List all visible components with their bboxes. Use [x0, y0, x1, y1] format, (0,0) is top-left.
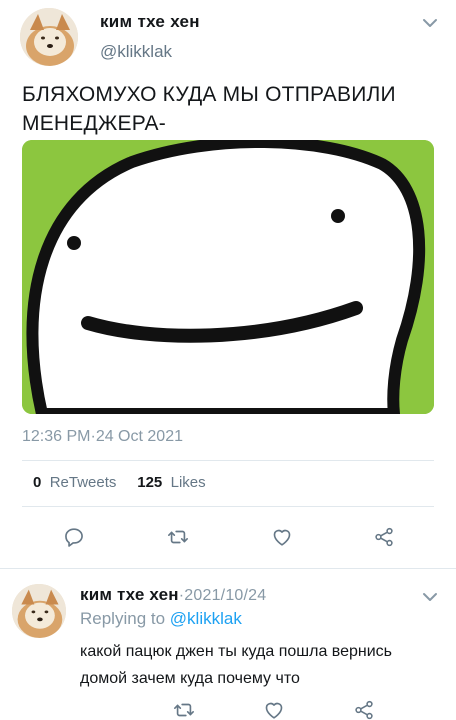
author-avatar[interactable] — [20, 8, 78, 66]
share-icon[interactable] — [353, 699, 375, 720]
reply-header: ким тхе хен·2021/10/24 — [80, 585, 266, 605]
reply-author-avatar[interactable] — [12, 584, 66, 638]
reply-author-name[interactable]: ким тхе хен — [80, 585, 179, 604]
author-name[interactable]: ким тхе хен — [100, 12, 200, 32]
heart-icon[interactable] — [271, 526, 293, 548]
reply-date[interactable]: ·2021/10/24 — [179, 587, 267, 604]
retweet-icon[interactable] — [173, 699, 195, 720]
replying-prefix: Replying to — [80, 609, 170, 628]
retweet-icon[interactable] — [167, 526, 189, 548]
heart-icon[interactable] — [263, 699, 285, 720]
author-handle[interactable]: @klikklak — [100, 42, 172, 62]
replying-handle-link[interactable]: @klikklak — [170, 609, 242, 628]
likes-count[interactable]: 125 — [137, 474, 162, 491]
tweet-text: БЛЯХОМУХО КУДА МЫ ОТПРАВИЛИ МЕНЕДЖЕРА- — [22, 83, 396, 135]
divider — [22, 506, 434, 507]
reply-text: какой пацюк джен ты куда пошла вернись д… — [80, 643, 393, 687]
chevron-down-icon[interactable] — [421, 14, 439, 32]
tweet-image[interactable] — [22, 140, 434, 414]
tweet-timestamp[interactable]: 12:36 PM·24 Oct 2021 — [22, 428, 183, 446]
retweets-count[interactable]: 0 — [33, 474, 41, 491]
divider — [22, 460, 434, 461]
reply-icon[interactable] — [63, 526, 85, 548]
divider — [0, 568, 456, 569]
chevron-down-icon[interactable] — [421, 588, 439, 606]
retweets-label[interactable]: ReTweets — [50, 474, 117, 491]
likes-label[interactable]: Likes — [171, 474, 206, 491]
tweet-stats: 0 ReTweets 125 Likes — [33, 474, 206, 491]
replying-to: Replying to @klikklak — [80, 609, 242, 629]
share-icon[interactable] — [373, 526, 395, 548]
